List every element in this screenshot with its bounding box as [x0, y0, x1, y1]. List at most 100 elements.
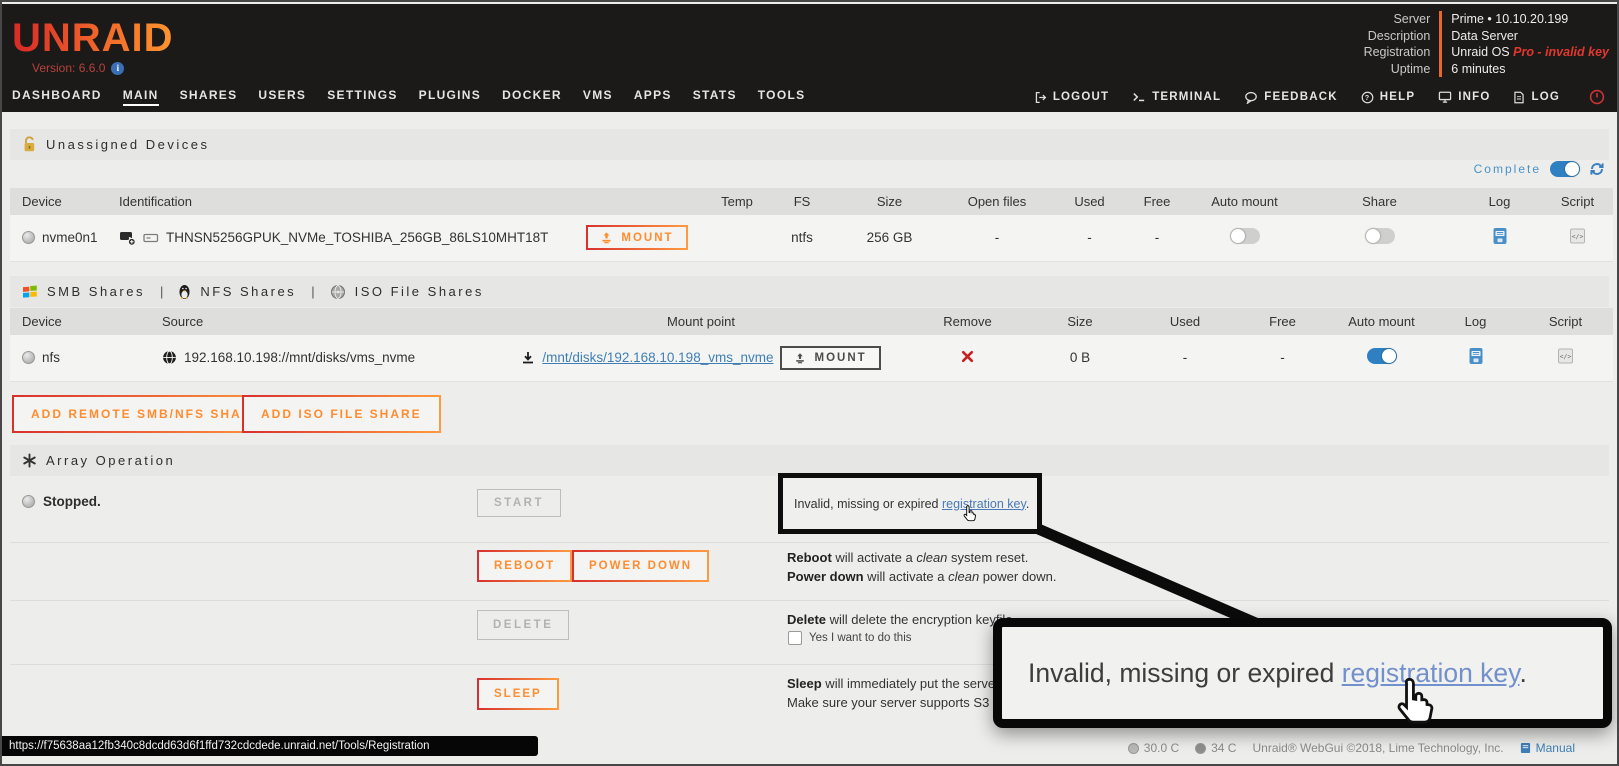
system-alert-button[interactable]: [1589, 89, 1605, 105]
power-down-button[interactable]: POWER DOWN: [572, 550, 709, 582]
row-divider: [10, 542, 1609, 543]
delete-confirm-row: Yes I want to do this: [788, 631, 912, 645]
script-icon[interactable]: </>: [1569, 228, 1586, 244]
help-icon: ?: [1361, 91, 1374, 104]
auto-mount-toggle[interactable]: [1367, 348, 1397, 364]
tab-apps[interactable]: APPS: [634, 88, 672, 106]
server-label: Server: [1364, 11, 1440, 28]
delete-button[interactable]: DELETE: [477, 610, 569, 640]
power-alert-icon: [1589, 89, 1605, 105]
registration-key-link[interactable]: registration key: [942, 497, 1026, 511]
tab-users[interactable]: USERS: [258, 88, 306, 106]
remove-x-icon[interactable]: [961, 350, 974, 363]
col-size: Size: [837, 188, 942, 215]
tab-main[interactable]: MAIN: [123, 88, 159, 106]
col-share: Share: [1302, 188, 1457, 215]
iso-globe-icon: [330, 284, 346, 300]
registration-value: Unraid OS Pro - invalid key: [1439, 44, 1609, 61]
log-icon[interactable]: [1468, 347, 1484, 365]
table-header-row: Device Source Mount point Remove Size Us…: [10, 308, 1613, 335]
mount-point-link[interactable]: /mnt/disks/192.168.10.198_vms_nvme: [542, 350, 773, 365]
device-status-dot: [22, 231, 35, 244]
cell-size: 0 B: [1025, 335, 1135, 381]
complete-toggle[interactable]: [1550, 161, 1580, 177]
temp-dot: [1195, 743, 1206, 754]
version-label: Version: 6.6.0: [32, 61, 105, 75]
sleep-button[interactable]: SLEEP: [477, 678, 559, 710]
download-icon: [521, 351, 535, 365]
col-used: Used: [1135, 308, 1235, 335]
device-name[interactable]: nvme0n1: [42, 230, 98, 245]
smb-shares-link[interactable]: SMB Shares: [47, 284, 145, 299]
nfs-shares-link[interactable]: NFS Shares: [200, 284, 296, 299]
logout-button[interactable]: LOGOUT: [1034, 91, 1109, 104]
start-button[interactable]: START: [477, 489, 561, 517]
section-title: Array Operation: [46, 453, 175, 468]
col-temp: Temp: [707, 188, 767, 215]
add-iso-share-button[interactable]: ADD ISO FILE SHARE: [242, 395, 441, 433]
auto-mount-toggle[interactable]: [1230, 228, 1260, 244]
manual-book-icon: [1520, 742, 1531, 754]
mount-button[interactable]: MOUNT: [586, 225, 687, 250]
tab-docker[interactable]: DOCKER: [502, 88, 562, 106]
remote-shares-table: Device Source Mount point Remove Size Us…: [10, 308, 1609, 382]
tab-stats[interactable]: STATS: [693, 88, 737, 106]
table-row: nvme0n1 THNSN5256GPUK_NVMe_TOSHIBA_256GB…: [10, 215, 1613, 261]
system-info-panel: Server Prime • 10.10.20.199 Description …: [1364, 11, 1609, 77]
log-icon[interactable]: [1492, 227, 1508, 245]
array-status-dot: [22, 495, 35, 508]
info-button[interactable]: INFO: [1438, 91, 1490, 103]
app-header: UNRAID Version: 6.6.0 i Server Prime • 1…: [2, 4, 1617, 82]
cell-fs: ntfs: [767, 215, 837, 261]
tab-plugins[interactable]: PLUGINS: [419, 88, 481, 106]
script-icon[interactable]: </>: [1557, 348, 1574, 364]
row-divider: [10, 600, 1609, 601]
col-script: Script: [1542, 188, 1613, 215]
device-identification: THNSN5256GPUK_NVMe_TOSHIBA_256GB_86LS10M…: [166, 230, 548, 245]
log-button[interactable]: LOG: [1513, 91, 1560, 104]
cell-used: -: [1052, 215, 1127, 261]
feedback-button[interactable]: FEEDBACK: [1244, 91, 1338, 104]
logout-icon: [1034, 91, 1047, 104]
footer-copyright: Unraid® WebGui ©2018, Lime Technology, I…: [1252, 741, 1503, 755]
delete-confirm-checkbox[interactable]: [788, 631, 802, 645]
sleep-help-text: Sleep will immediately put the server in…: [787, 674, 1017, 712]
manual-link[interactable]: Manual: [1520, 741, 1575, 755]
version-line: Version: 6.6.0 i: [32, 61, 124, 75]
version-info-icon[interactable]: i: [111, 62, 124, 75]
reboot-button[interactable]: REBOOT: [477, 550, 572, 582]
nav-tabs: DASHBOARD MAIN SHARES USERS SETTINGS PLU…: [12, 88, 805, 106]
tab-settings[interactable]: SETTINGS: [327, 88, 397, 106]
main-navbar: DASHBOARD MAIN SHARES USERS SETTINGS PLU…: [2, 82, 1617, 112]
mount-button[interactable]: MOUNT: [780, 346, 880, 370]
tab-shares[interactable]: SHARES: [180, 88, 238, 106]
delete-confirm-label: Yes I want to do this: [809, 632, 912, 644]
tab-tools[interactable]: TOOLS: [758, 88, 806, 106]
help-button[interactable]: ? HELP: [1361, 91, 1415, 104]
unraid-webgui-window: UNRAID Version: 6.6.0 i Server Prime • 1…: [0, 0, 1619, 766]
col-fs: FS: [767, 188, 837, 215]
col-free: Free: [1127, 188, 1187, 215]
col-remove: Remove: [910, 308, 1025, 335]
uptime-label: Uptime: [1364, 61, 1440, 78]
zoom-annotation-box: Invalid, missing or expired registration…: [993, 618, 1612, 728]
iso-file-shares-link[interactable]: ISO File Shares: [355, 284, 484, 299]
tab-vms[interactable]: VMS: [583, 88, 613, 106]
table-header-row: Device Identification Temp FS Size Open …: [10, 188, 1613, 215]
refresh-icon[interactable]: [1589, 161, 1605, 177]
cell-used: -: [1135, 335, 1235, 381]
delete-help-text: Delete will delete the encryption keyfil…: [787, 610, 1016, 629]
share-toggle[interactable]: [1365, 228, 1395, 244]
section-array-operation: Array Operation: [10, 445, 1609, 476]
terminal-button[interactable]: TERMINAL: [1132, 91, 1221, 103]
array-status: Stopped.: [22, 494, 101, 509]
cell-open-files: -: [942, 215, 1052, 261]
section-title: Unassigned Devices: [46, 137, 210, 152]
col-auto-mount: Auto mount: [1330, 308, 1433, 335]
description-label: Description: [1364, 28, 1440, 45]
registration-warning-box: Invalid, missing or expired registration…: [778, 473, 1042, 534]
add-remote-share-button[interactable]: ADD REMOTE SMB/NFS SHARE: [12, 395, 281, 433]
page-footer: 30.0 C 34 C Unraid® WebGui ©2018, Lime T…: [1128, 741, 1575, 755]
temp-dot: [1128, 743, 1139, 754]
tab-dashboard[interactable]: DASHBOARD: [12, 88, 102, 106]
